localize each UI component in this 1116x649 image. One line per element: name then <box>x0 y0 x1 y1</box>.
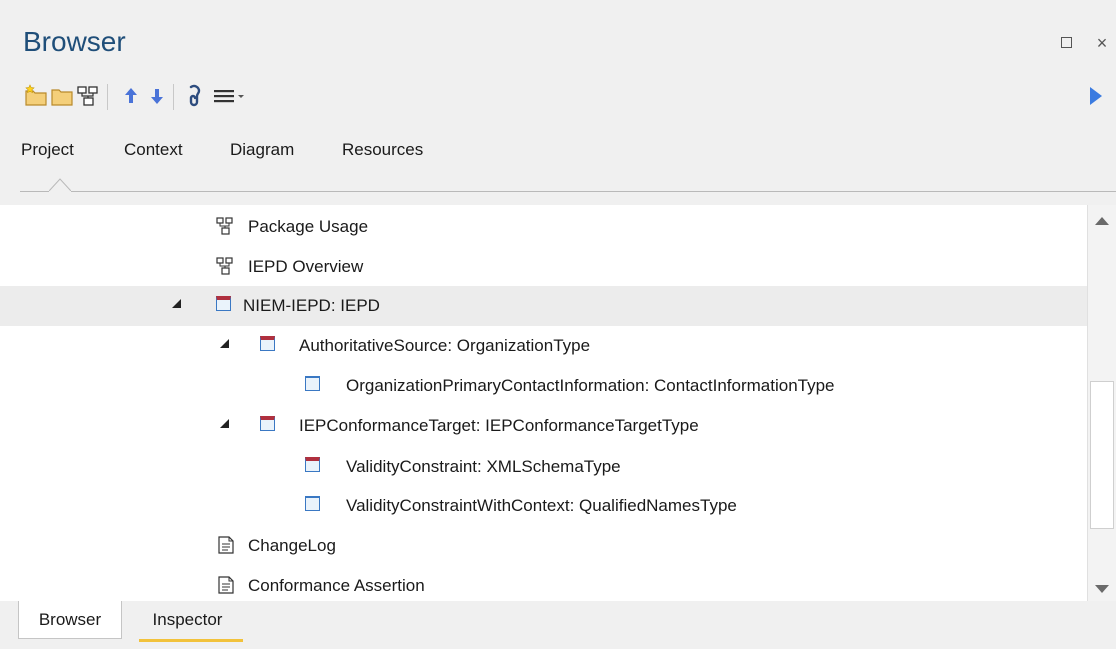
document-icon <box>217 576 235 594</box>
diagram-icon <box>216 257 234 275</box>
new-diagram-icon[interactable] <box>76 84 100 108</box>
menu-icon[interactable] <box>212 84 246 108</box>
tree-row-label: Package Usage <box>248 217 369 236</box>
close-icon[interactable]: × <box>1094 34 1110 52</box>
run-arrow-icon[interactable] <box>1088 86 1112 110</box>
toolbar-separator <box>107 84 108 110</box>
browser-panel: Browser × Project Context Diagram Resour… <box>0 0 1116 649</box>
scroll-up-icon[interactable] <box>1095 217 1109 225</box>
tree-row[interactable]: OrganizationPrimaryContactInformation: C… <box>0 366 1087 406</box>
tree-row-label: ChangeLog <box>248 536 336 555</box>
move-down-icon[interactable] <box>145 84 169 108</box>
tree-row[interactable]: ValidityConstraint: XMLSchemaType <box>0 447 1087 487</box>
bottom-tab-browser[interactable]: Browser <box>18 601 122 639</box>
scroll-thumb[interactable] <box>1090 381 1114 529</box>
tree-row[interactable]: IEPConformanceTarget: IEPConformanceTarg… <box>0 406 1087 446</box>
tree-row-label: ValidityConstraint: XMLSchemaType <box>346 457 621 476</box>
diagram-icon <box>216 217 234 235</box>
tree-row-label: IEPD Overview <box>248 257 364 276</box>
element-icon-red <box>260 416 278 434</box>
tree-row[interactable]: AuthoritativeSource: OrganizationType <box>0 326 1087 366</box>
tree-row-label: IEPConformanceTarget: IEPConformanceTarg… <box>299 416 699 435</box>
active-tab-caret <box>49 178 71 192</box>
tab-diagram[interactable]: Diagram <box>230 140 294 160</box>
expanded-toggle-icon[interactable] <box>220 419 229 428</box>
expanded-toggle-icon[interactable] <box>172 299 181 308</box>
tree-row-label: AuthoritativeSource: OrganizationType <box>299 336 591 355</box>
element-icon-blue <box>305 376 323 394</box>
element-icon-red <box>260 336 278 354</box>
tree-row-label: Conformance Assertion <box>248 576 425 595</box>
title-bar: Browser × <box>0 0 1116 70</box>
tree-row[interactable]: Conformance Assertion <box>0 566 1087 601</box>
bottom-tabs: Browser Inspector <box>0 601 1116 649</box>
move-up-icon[interactable] <box>119 84 143 108</box>
expanded-toggle-icon[interactable] <box>220 339 229 348</box>
element-icon-red <box>216 296 234 314</box>
tab-context[interactable]: Context <box>124 140 183 160</box>
folder-icon[interactable] <box>50 84 74 108</box>
tab-project[interactable]: Project <box>21 140 74 160</box>
tree-row[interactable]: Package Usage <box>0 207 1087 247</box>
tree-row[interactable]: ChangeLog <box>0 526 1087 566</box>
tree-row[interactable]: ValidityConstraintWithContext: Qualified… <box>0 486 1087 526</box>
new-package-icon[interactable] <box>24 84 48 108</box>
tree-row-label: OrganizationPrimaryContactInformation: C… <box>346 376 835 395</box>
bottom-tab-inspector[interactable]: Inspector <box>131 601 244 639</box>
element-icon-red <box>305 457 323 475</box>
element-icon-blue <box>305 496 323 514</box>
tree-row-label: NIEM-IEPD: IEPD <box>243 296 380 315</box>
vertical-scrollbar[interactable] <box>1087 205 1116 601</box>
window-title: Browser <box>23 26 126 57</box>
toolbar <box>0 78 1116 114</box>
project-tree: Package Usage IEPD Overview NIEM-IEPD: I… <box>0 205 1087 601</box>
tab-divider <box>20 191 1116 192</box>
locate-icon[interactable] <box>183 84 207 108</box>
tab-resources[interactable]: Resources <box>342 140 423 160</box>
tree-row-selected[interactable]: NIEM-IEPD: IEPD <box>0 286 1087 326</box>
tree-row-label: ValidityConstraintWithContext: Qualified… <box>346 496 737 515</box>
tree-row[interactable]: IEPD Overview <box>0 247 1087 287</box>
toolbar-separator <box>173 84 174 110</box>
scroll-down-icon[interactable] <box>1095 585 1109 593</box>
inspector-tab-indicator <box>139 639 243 642</box>
maximize-icon[interactable] <box>1059 35 1075 51</box>
document-icon <box>217 536 235 554</box>
